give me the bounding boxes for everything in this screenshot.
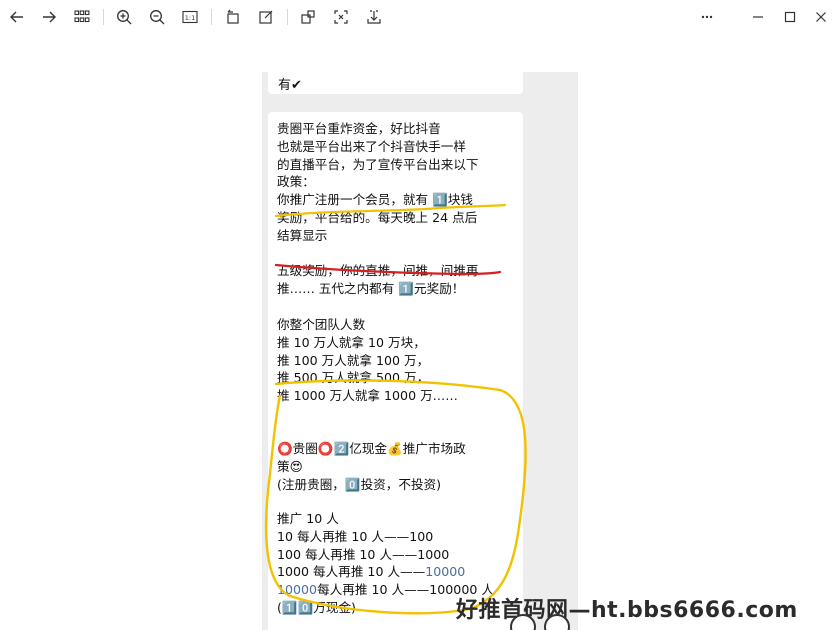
edit-icon[interactable] xyxy=(254,5,278,29)
chat-bubble-main: 贵圈平台重炸资金，好比抖音 也就是平台出来了个抖音快手一样 的直播平台，为了宣传… xyxy=(268,112,523,630)
minimize-icon[interactable] xyxy=(745,5,771,29)
chat-line: ⭕贵圈⭕2️⃣亿现金💰推广市场政 xyxy=(277,441,466,456)
chat-line: 10 每人再推 10 人——100 xyxy=(277,528,434,544)
toolbar-divider xyxy=(287,9,288,25)
fullscreen-icon[interactable] xyxy=(329,5,353,29)
chat-line: 推广 10 人 xyxy=(277,511,339,526)
link-number[interactable]: 10000 xyxy=(277,582,317,597)
chat-line: 贵圈平台重炸资金，好比抖音 xyxy=(277,121,441,136)
forward-arrow-icon[interactable] xyxy=(37,5,61,29)
crop-icon[interactable] xyxy=(296,5,320,29)
chat-line: 推 500 万人就拿 500 万， xyxy=(277,370,430,386)
chat-bubble-top: 有✔ xyxy=(268,72,523,94)
chat-line: 的直播平台，为了宣传平台出来以下 xyxy=(277,156,479,172)
actual-size-label: 1:1 xyxy=(185,14,195,22)
chat-line: 推 10 万人就拿 10 万块， xyxy=(277,334,426,350)
more-icon[interactable] xyxy=(694,5,720,29)
zoom-out-icon[interactable] xyxy=(145,5,169,29)
chat-paragraph-policy: 贵圈平台重炸资金，好比抖音 也就是平台出来了个抖音快手一样 的直播平台，为了宣传… xyxy=(277,120,479,245)
chat-paragraph-market: ⭕贵圈⭕2️⃣亿现金💰推广市场政 策😍 (注册贵圈，0️⃣投资，不投资) xyxy=(277,440,466,493)
chat-screenshot: 有✔ 贵圈平台重炸资金，好比抖音 也就是平台出来了个抖音快手一样 的直播平台，为… xyxy=(262,72,578,630)
chat-line: 你推广注册一个会员，就有 1️⃣块钱 xyxy=(277,192,473,208)
download-icon[interactable] xyxy=(362,5,386,29)
zoom-in-icon[interactable] xyxy=(112,5,136,29)
actual-size-icon[interactable]: 1:1 xyxy=(178,5,202,29)
grid-icon[interactable] xyxy=(70,5,94,29)
chat-line: 也就是平台出来了个抖音快手一样 xyxy=(277,138,466,154)
toolbar-divider xyxy=(211,9,212,25)
chat-paragraph-rewards: 五级奖励，你的直推，间推，间推再 推…… 五代之内都有 1️⃣元奖励！ xyxy=(277,262,479,298)
chat-line: 推 1000 万人就拿 1000 万…… xyxy=(277,388,458,404)
chat-line: 政策： xyxy=(277,174,315,190)
chat-line: 结算显示 xyxy=(277,227,328,243)
chat-line: 100 每人再推 10 人——1000 xyxy=(277,546,450,562)
image-canvas: 有✔ 贵圈平台重炸资金，好比抖音 也就是平台出来了个抖音快手一样 的直播平台，为… xyxy=(0,34,840,630)
chat-line: 五级奖励，你的直推，间推，间推再 xyxy=(277,263,479,278)
chat-line: 推 100 万人就拿 100 万， xyxy=(277,352,430,368)
link-number[interactable]: 10000 xyxy=(425,564,465,579)
chat-line: 策😍 xyxy=(277,458,303,474)
chat-text: 1000 每人再推 10 人—— xyxy=(277,564,426,580)
chat-text: 有✔ xyxy=(278,78,302,93)
maximize-icon[interactable] xyxy=(777,5,803,29)
chat-line: 推…… 五代之内都有 1️⃣元奖励！ xyxy=(277,280,465,296)
chat-line: (注册贵圈，0️⃣投资，不投资) xyxy=(277,476,442,492)
chat-line: 奖励，平台给的。每天晚上 24 点后 xyxy=(277,209,478,225)
close-icon[interactable] xyxy=(808,5,834,29)
toolbar-divider xyxy=(103,9,104,25)
image-viewer-toolbar: 1:1 xyxy=(0,0,840,34)
watermark-text: 好推首码网—ht.bbs6666.com xyxy=(456,598,798,623)
chat-line: 1000 每人再推 10 人——10000 xyxy=(277,563,494,581)
back-arrow-icon[interactable] xyxy=(5,5,29,29)
chat-paragraph-team: 你整个团队人数 推 10 万人就拿 10 万块， 推 100 万人就拿 100 … xyxy=(277,316,458,405)
rotate-icon[interactable] xyxy=(221,5,245,29)
chat-line: 你整个团队人数 xyxy=(277,317,366,332)
